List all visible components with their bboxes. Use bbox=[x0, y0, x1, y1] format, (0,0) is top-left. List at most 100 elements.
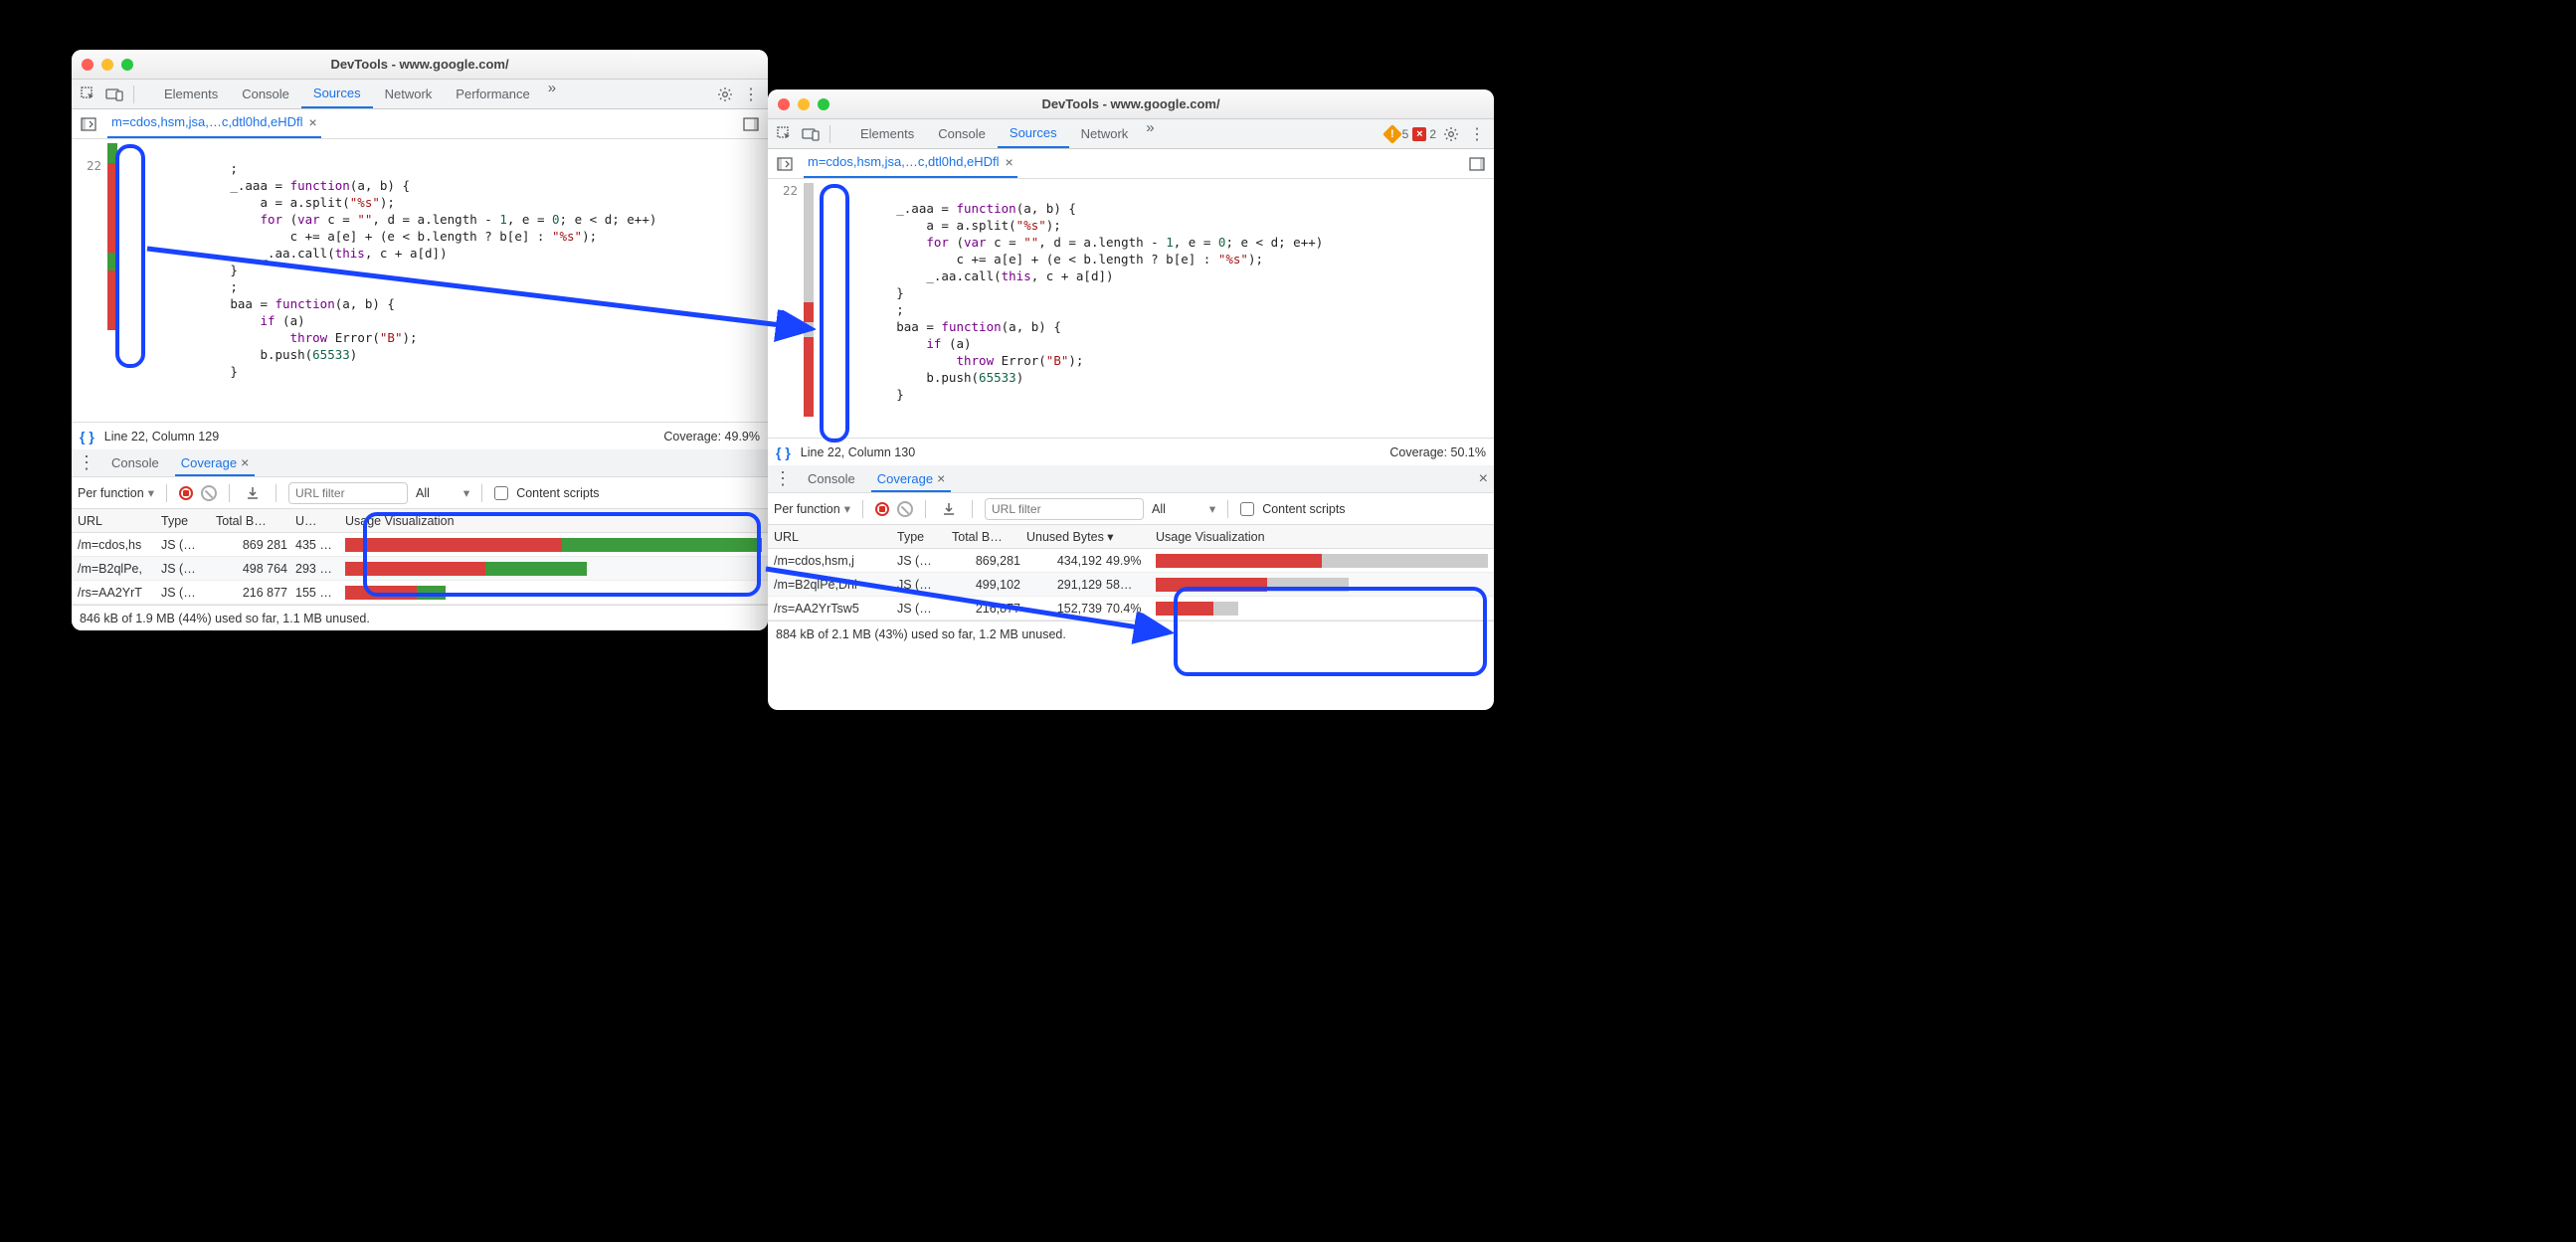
close-drawer-tab-icon[interactable]: × bbox=[241, 454, 249, 470]
editor-status: { } Line 22, Column 130 Coverage: 50.1% bbox=[768, 438, 1494, 465]
coverage-toolbar: Per function ▾ All ▾ Content scripts bbox=[72, 477, 768, 509]
tab-elements[interactable]: Elements bbox=[848, 119, 926, 148]
line-number: 22 bbox=[768, 183, 798, 198]
tab-network[interactable]: Network bbox=[1069, 119, 1141, 148]
tab-performance[interactable]: Performance bbox=[444, 80, 541, 108]
tab-console[interactable]: Console bbox=[230, 80, 301, 108]
col-total[interactable]: Total B… bbox=[952, 530, 1026, 544]
window-title: DevTools - www.google.com/ bbox=[72, 57, 768, 72]
warnings-badge[interactable]: !5 bbox=[1385, 127, 1409, 141]
coverage-readout: Coverage: 50.1% bbox=[1389, 445, 1486, 459]
nav-toggle-icon[interactable] bbox=[774, 153, 796, 175]
open-file-tab[interactable]: m=cdos,hsm,jsa,…c,dtl0hd,eHDfl × bbox=[107, 110, 321, 138]
coverage-mode-select[interactable]: Per function ▾ bbox=[78, 485, 154, 500]
col-viz[interactable]: Usage Visualization bbox=[345, 514, 768, 528]
table-row[interactable]: /m=B2qlPe,JS (…498 764293 … bbox=[72, 557, 768, 581]
table-row[interactable]: /m=B2qlPe,DhlJS (…499,102291,12958… bbox=[768, 573, 1494, 597]
sources-toolbar: m=cdos,hsm,jsa,…c,dtl0hd,eHDfl × bbox=[768, 149, 1494, 179]
drawer-tabstrip: ⋮ Console Coverage× bbox=[72, 449, 768, 477]
sidebar-toggle-icon[interactable] bbox=[740, 113, 762, 135]
content-scripts-checkbox[interactable] bbox=[494, 486, 508, 500]
pretty-print-icon[interactable]: { } bbox=[80, 429, 94, 444]
url-filter-input[interactable] bbox=[288, 482, 408, 504]
content-scripts-label: Content scripts bbox=[1262, 502, 1345, 516]
col-unused[interactable]: U… bbox=[295, 514, 345, 528]
tab-console[interactable]: Console bbox=[926, 119, 998, 148]
col-type[interactable]: Type bbox=[897, 530, 952, 544]
record-icon[interactable] bbox=[875, 502, 889, 516]
coverage-toolbar: Per function ▾ All ▾ Content scripts bbox=[768, 493, 1494, 525]
file-tab-name: m=cdos,hsm,jsa,…c,dtl0hd,eHDfl bbox=[111, 114, 303, 129]
coverage-mode-select[interactable]: Per function ▾ bbox=[774, 501, 850, 516]
code-content[interactable]: ; _.aaa = function(a, b) { a = a.split("… bbox=[119, 139, 768, 422]
content-scripts-checkbox[interactable] bbox=[1240, 502, 1254, 516]
code-editor[interactable]: 22 _.aaa = function(a, b) { a = a.split(… bbox=[768, 179, 1494, 438]
device-toggle-icon[interactable] bbox=[800, 123, 822, 145]
type-filter-select[interactable]: All ▾ bbox=[1152, 501, 1215, 516]
sidebar-toggle-icon[interactable] bbox=[1466, 153, 1488, 175]
col-unused[interactable]: Unused Bytes ▾ bbox=[1026, 529, 1156, 544]
gear-icon[interactable] bbox=[714, 84, 736, 105]
export-icon[interactable] bbox=[242, 482, 264, 504]
sources-toolbar: m=cdos,hsm,jsa,…c,dtl0hd,eHDfl × bbox=[72, 109, 768, 139]
tab-network[interactable]: Network bbox=[373, 80, 445, 108]
line-gutter: 22 bbox=[72, 139, 105, 422]
record-icon[interactable] bbox=[179, 486, 193, 500]
kebab-icon[interactable]: ⋮ bbox=[740, 84, 762, 105]
file-tab-name: m=cdos,hsm,jsa,…c,dtl0hd,eHDfl bbox=[808, 154, 1000, 169]
coverage-gutter bbox=[105, 139, 119, 422]
panel-tabstrip: Elements Console Sources Network » !5 2 … bbox=[768, 119, 1494, 149]
clear-icon[interactable] bbox=[201, 485, 217, 501]
col-total[interactable]: Total B… bbox=[216, 514, 295, 528]
more-panels-icon[interactable]: » bbox=[1140, 119, 1160, 148]
col-type[interactable]: Type bbox=[161, 514, 216, 528]
cursor-position: Line 22, Column 130 bbox=[801, 445, 915, 459]
table-row[interactable]: /m=cdos,hsJS (…869 281435 … bbox=[72, 533, 768, 557]
line-gutter: 22 bbox=[768, 179, 802, 438]
errors-badge[interactable]: 2 bbox=[1412, 127, 1436, 141]
window-titlebar: DevTools - www.google.com/ bbox=[72, 50, 768, 80]
tab-sources[interactable]: Sources bbox=[998, 119, 1069, 148]
line-number: 22 bbox=[72, 158, 101, 173]
drawer-kebab-icon[interactable]: ⋮ bbox=[774, 468, 792, 489]
drawer-tab-console[interactable]: Console bbox=[802, 467, 861, 490]
inspect-icon[interactable] bbox=[774, 123, 796, 145]
close-drawer-icon[interactable]: × bbox=[1479, 470, 1488, 488]
drawer-tab-coverage[interactable]: Coverage× bbox=[175, 450, 256, 476]
drawer-tab-coverage[interactable]: Coverage× bbox=[871, 466, 952, 492]
coverage-gutter bbox=[802, 179, 816, 438]
inspect-icon[interactable] bbox=[78, 84, 99, 105]
devtools-window-left: DevTools - www.google.com/ Elements Cons… bbox=[72, 50, 768, 630]
close-file-icon[interactable]: × bbox=[309, 114, 317, 130]
content-scripts-label: Content scripts bbox=[516, 486, 599, 500]
nav-toggle-icon[interactable] bbox=[78, 113, 99, 135]
url-filter-input[interactable] bbox=[985, 498, 1144, 520]
col-url[interactable]: URL bbox=[72, 514, 161, 528]
more-panels-icon[interactable]: » bbox=[542, 80, 562, 108]
close-drawer-tab-icon[interactable]: × bbox=[937, 470, 945, 486]
coverage-table: URL Type Total B… U… Usage Visualization… bbox=[72, 509, 768, 605]
table-header: URL Type Total B… U… Usage Visualization bbox=[72, 509, 768, 533]
panel-tabstrip: Elements Console Sources Network Perform… bbox=[72, 80, 768, 109]
pretty-print-icon[interactable]: { } bbox=[776, 444, 791, 460]
open-file-tab[interactable]: m=cdos,hsm,jsa,…c,dtl0hd,eHDfl × bbox=[804, 150, 1017, 178]
table-row[interactable]: /rs=AA2YrTJS (…216 877155 … bbox=[72, 581, 768, 605]
code-content[interactable]: _.aaa = function(a, b) { a = a.split("%s… bbox=[816, 179, 1494, 438]
type-filter-select[interactable]: All ▾ bbox=[416, 485, 469, 500]
clear-icon[interactable] bbox=[897, 501, 913, 517]
drawer-tab-console[interactable]: Console bbox=[105, 451, 165, 474]
tab-elements[interactable]: Elements bbox=[152, 80, 230, 108]
coverage-table: URL Type Total B… Unused Bytes ▾ Usage V… bbox=[768, 525, 1494, 621]
table-row[interactable]: /rs=AA2YrTsw5JS (…216,877152,73970.4% bbox=[768, 597, 1494, 621]
col-url[interactable]: URL bbox=[768, 530, 897, 544]
gear-icon[interactable] bbox=[1440, 123, 1462, 145]
kebab-icon[interactable]: ⋮ bbox=[1466, 123, 1488, 145]
tab-sources[interactable]: Sources bbox=[301, 80, 373, 108]
close-file-icon[interactable]: × bbox=[1006, 154, 1013, 170]
drawer-kebab-icon[interactable]: ⋮ bbox=[78, 452, 95, 473]
export-icon[interactable] bbox=[938, 498, 960, 520]
table-row[interactable]: /m=cdos,hsm,jJS (…869,281434,19249.9% bbox=[768, 549, 1494, 573]
col-viz[interactable]: Usage Visualization bbox=[1156, 530, 1494, 544]
code-editor[interactable]: 22 ; _.aaa = function(a, b) { a = a.spli… bbox=[72, 139, 768, 422]
device-toggle-icon[interactable] bbox=[103, 84, 125, 105]
